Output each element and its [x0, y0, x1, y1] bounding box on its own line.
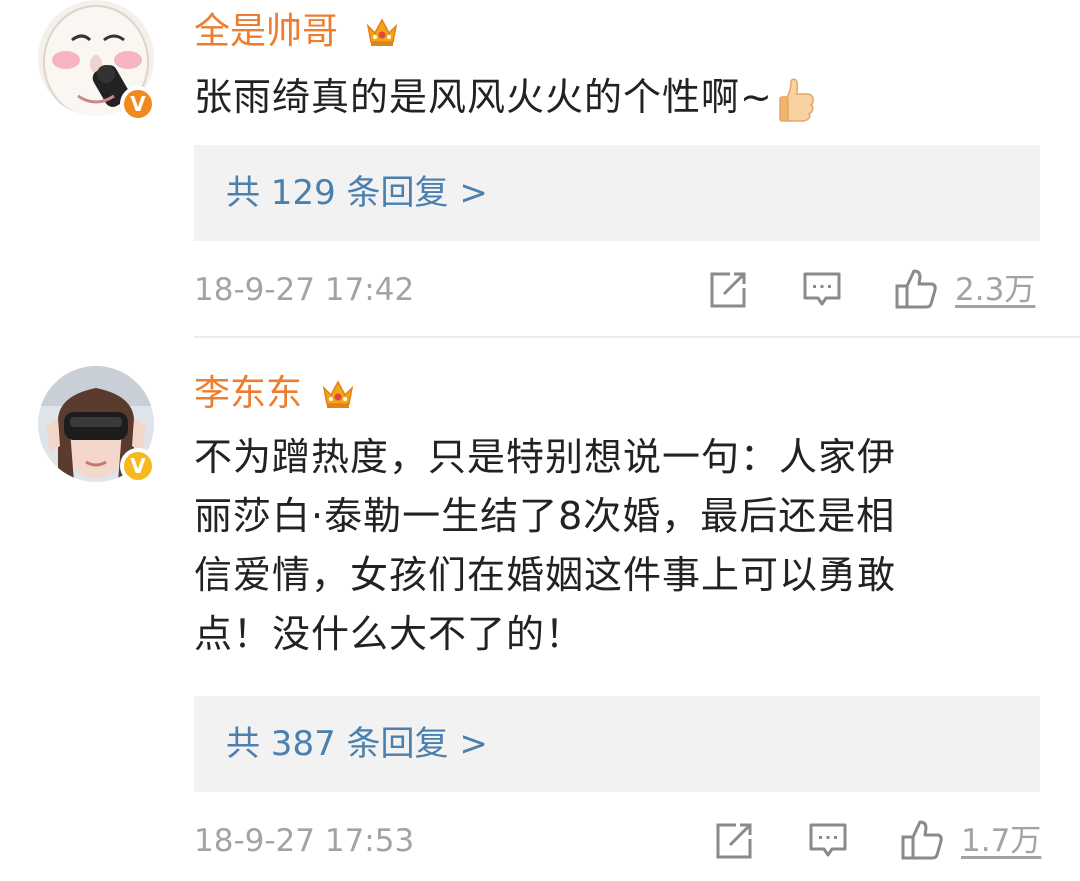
- comment-text-line: 信爱情，女孩们在婚姻这件事上可以勇敢: [194, 553, 897, 597]
- timestamp: 18-9-27 17:53: [194, 823, 415, 859]
- comment-text: 张雨绮真的是风风火火的个性啊~: [194, 68, 1044, 127]
- comment-text-line: 丽莎白·泰勒一生结了8次婚，最后还是相: [194, 494, 896, 538]
- comment-item: V 全是帅哥 张雨绮真的是风风火火的个性啊~ 共 129 条回复 > 18-9-…: [0, 0, 1080, 340]
- thumbs-up-icon[interactable]: [900, 819, 944, 861]
- comment-text-line: 点！没什么大不了的！: [194, 612, 585, 656]
- timestamp: 18-9-27 17:42: [194, 272, 415, 308]
- comment-icon[interactable]: [808, 821, 848, 861]
- username[interactable]: 李东东: [194, 372, 302, 416]
- divider: [194, 336, 1080, 338]
- crown-icon: [366, 18, 398, 46]
- comment-item: V 李东东 不为蹭热度，只是特别想说一句：人家伊 丽莎白·泰勒一生结了8次婚，最…: [0, 340, 1080, 881]
- comment-text: 不为蹭热度，只是特别想说一句：人家伊 丽莎白·泰勒一生结了8次婚，最后还是相 信…: [194, 428, 1044, 664]
- username[interactable]: 全是帅哥: [194, 10, 338, 54]
- like-count[interactable]: 1.7万: [961, 821, 1041, 861]
- thumbs-up-emoji-icon: [779, 77, 814, 122]
- verified-badge-icon: V: [120, 86, 156, 122]
- view-replies-link[interactable]: 共 129 条回复 >: [226, 169, 488, 217]
- verified-badge-icon: V: [120, 448, 156, 484]
- view-replies-link[interactable]: 共 387 条回复 >: [226, 720, 488, 768]
- comment-text-line: 不为蹭热度，只是特别想说一句：人家伊: [194, 435, 897, 479]
- replies-box[interactable]: 共 387 条回复 >: [194, 696, 1040, 792]
- share-icon[interactable]: [714, 821, 754, 861]
- replies-box[interactable]: 共 129 条回复 >: [194, 145, 1040, 241]
- like-count[interactable]: 2.3万: [955, 270, 1035, 310]
- comment-icon[interactable]: [802, 270, 842, 310]
- thumbs-up-icon[interactable]: [894, 268, 938, 310]
- share-icon[interactable]: [708, 270, 748, 310]
- crown-icon: [322, 380, 354, 408]
